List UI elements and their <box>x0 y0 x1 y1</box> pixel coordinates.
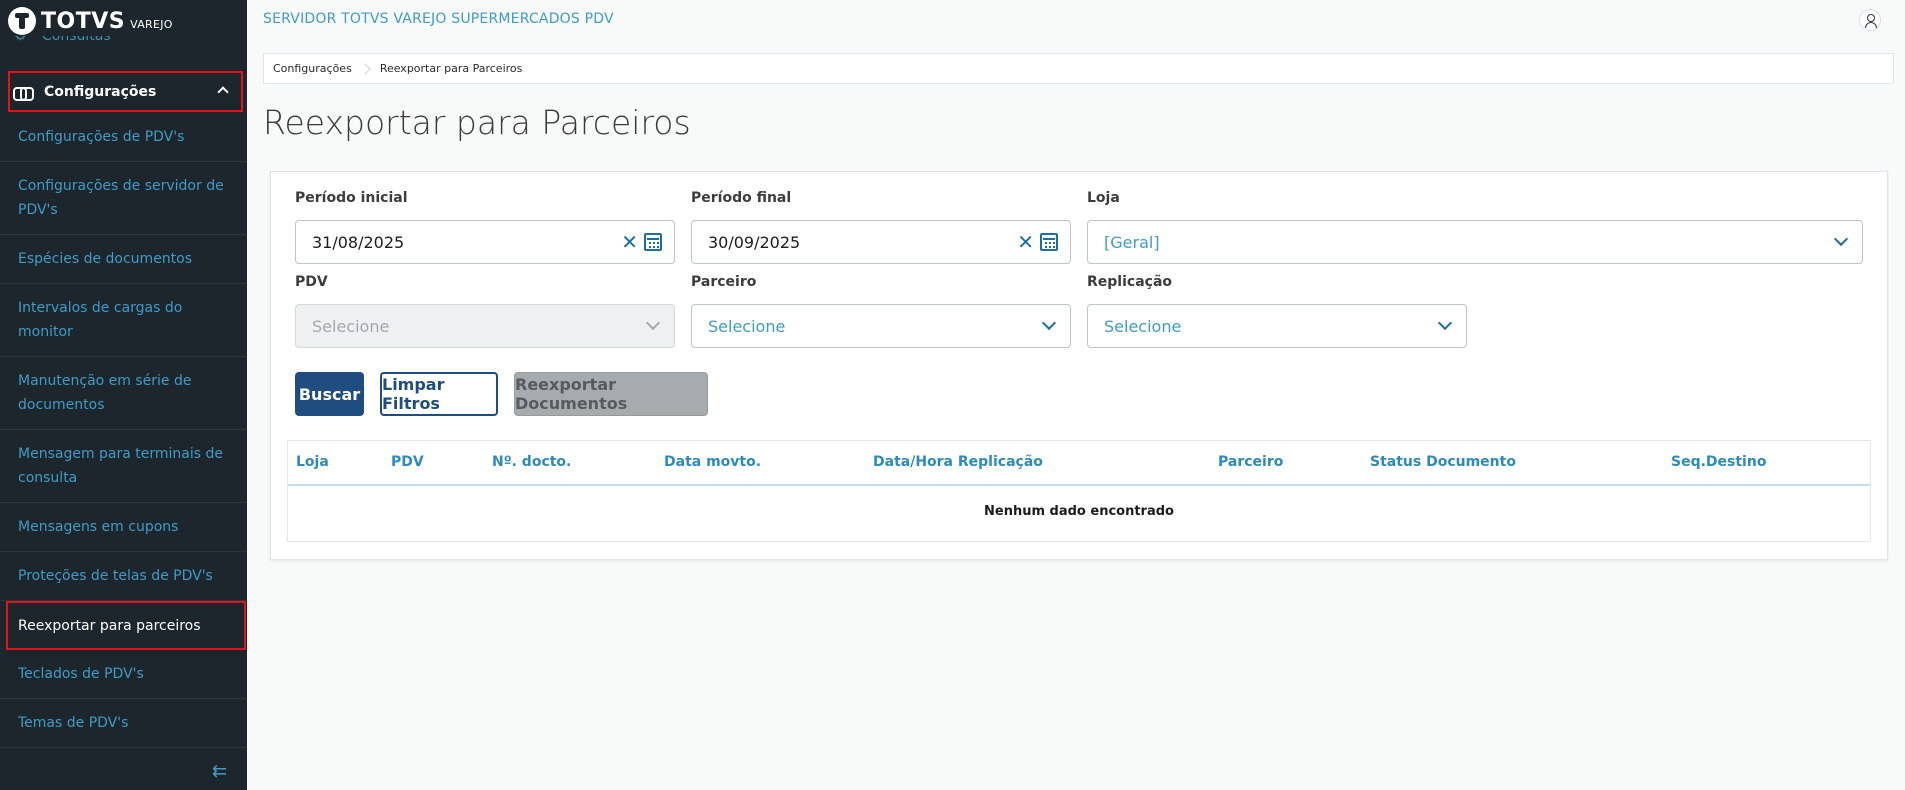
sidebar-item-label: Reexportar para parceiros <box>18 617 201 634</box>
periodo-final-value: 30/09/2025 <box>708 232 801 252</box>
sidebar-item-temas[interactable]: Temas de PDV's <box>0 699 247 748</box>
breadcrumb-separator-icon <box>359 62 371 75</box>
column-header-data-movto[interactable]: Data movto. <box>664 454 761 470</box>
link-icon <box>13 86 34 101</box>
loja-value: [Geral] <box>1104 232 1160 252</box>
app-title: SERVIDOR TOTVS VAREJO SUPERMERCADOS PDV <box>263 11 614 27</box>
buscar-button[interactable]: Buscar <box>295 372 364 416</box>
pdv-placeholder: Selecione <box>312 316 390 336</box>
brand-name: TOTVS <box>41 8 126 34</box>
results-table: Loja PDV Nº. docto. Data movto. Data/Hor… <box>287 440 1871 542</box>
sidebar-item-protecoes[interactable]: Proteções de telas de PDV's <box>0 552 247 601</box>
sidebar-item-config-servidor[interactable]: Configurações de servidor de PDV's <box>0 162 247 235</box>
column-header-num-docto[interactable]: Nº. docto. <box>492 454 571 470</box>
empty-message: Nenhum dado encontrado <box>984 504 1174 519</box>
column-header-data-hora-replicacao[interactable]: Data/Hora Replicação <box>873 454 1043 470</box>
sidebar-group-label: Configurações <box>44 83 157 100</box>
column-header-seq-destino[interactable]: Seq.Destino <box>1671 454 1766 470</box>
breadcrumb-item-configuracoes[interactable]: Configurações <box>264 62 361 75</box>
totvs-logo[interactable]: TOTVS VAREJO <box>8 7 173 35</box>
sidebar-item-label: Teclados de PDV's <box>18 666 144 682</box>
sidebar-item-mensagens-cupons[interactable]: Mensagens em cupons <box>0 503 247 552</box>
sidebar-item-config-pdvs[interactable]: Configurações de PDV's <box>0 113 247 162</box>
column-header-pdv[interactable]: PDV <box>391 454 424 470</box>
sidebar-item-especies[interactable]: Espécies de documentos <box>0 235 247 284</box>
sidebar-item-label: Configurações de servidor de PDV's <box>18 178 224 218</box>
table-header: Loja PDV Nº. docto. Data movto. Data/Hor… <box>288 441 1870 486</box>
pdv-label: PDV <box>295 274 328 290</box>
periodo-final-input[interactable]: 30/09/2025 ✕ <box>691 220 1071 264</box>
sidebar: TOTVS VAREJO ⚙ Consultas Configurações C… <box>0 0 247 790</box>
parceiro-placeholder: Selecione <box>708 316 786 336</box>
pdv-select: Selecione <box>295 304 675 348</box>
sidebar-item-label: Proteções de telas de PDV's <box>18 568 213 584</box>
sidebar-item-reexportar[interactable]: Reexportar para parceiros <box>6 601 246 650</box>
periodo-inicial-label: Período inicial <box>295 190 408 206</box>
periodo-inicial-input[interactable]: 31/08/2025 ✕ <box>295 220 675 264</box>
limpar-filtros-button[interactable]: Limpar Filtros <box>380 372 498 416</box>
calendar-icon[interactable] <box>1040 233 1058 251</box>
brand-sub: VAREJO <box>130 17 173 31</box>
column-header-parceiro[interactable]: Parceiro <box>1218 454 1283 470</box>
loja-select[interactable]: [Geral] <box>1087 220 1863 264</box>
sidebar-item-label: Manutenção em série de documentos <box>18 373 192 413</box>
sidebar-item-manutencao[interactable]: Manutenção em série de documentos <box>0 357 247 430</box>
sidebar-item-intervalos[interactable]: Intervalos de cargas do monitor <box>0 284 247 357</box>
sidebar-menu: Configurações de PDV's Configurações de … <box>0 113 247 748</box>
consultas-icon: ⚙ <box>14 36 27 44</box>
collapse-menu-icon[interactable]: ⇇ <box>212 761 227 782</box>
user-profile-icon[interactable] <box>1859 9 1881 31</box>
clear-icon[interactable]: ✕ <box>621 232 638 252</box>
sidebar-item-label: Consultas <box>42 36 111 44</box>
sidebar-item-label: Mensagens em cupons <box>18 519 179 535</box>
periodo-inicial-value: 31/08/2025 <box>312 232 405 252</box>
reexportar-documentos-button: Reexportar Documentos <box>514 372 708 416</box>
calendar-icon[interactable] <box>644 233 662 251</box>
column-header-loja[interactable]: Loja <box>296 454 329 470</box>
sidebar-item-mensagem-terminais[interactable]: Mensagem para terminais de consulta <box>0 430 247 503</box>
sidebar-item-label: Mensagem para terminais de consulta <box>18 446 224 486</box>
chevron-down-icon <box>1437 315 1453 331</box>
chevron-down-icon <box>645 315 661 331</box>
parceiro-select[interactable]: Selecione <box>691 304 1071 348</box>
breadcrumb-item-current: Reexportar para Parceiros <box>379 62 523 75</box>
replicacao-label: Replicação <box>1087 274 1173 290</box>
breadcrumb: Configurações Reexportar para Parceiros <box>263 53 1894 84</box>
loja-label: Loja <box>1087 190 1120 206</box>
clear-icon[interactable]: ✕ <box>1017 232 1034 252</box>
chevron-down-icon <box>1041 315 1057 331</box>
totvs-logo-icon <box>8 7 36 35</box>
periodo-final-label: Período final <box>691 190 792 206</box>
replicacao-select[interactable]: Selecione <box>1087 304 1467 348</box>
page-title: Reexportar para Parceiros <box>263 103 691 142</box>
replicacao-placeholder: Selecione <box>1104 316 1182 336</box>
sidebar-item-label: Intervalos de cargas do monitor <box>18 300 183 340</box>
column-header-status-documento[interactable]: Status Documento <box>1370 454 1516 470</box>
sidebar-item-label: Espécies de documentos <box>18 251 193 267</box>
sidebar-item-label: Configurações de PDV's <box>18 129 185 145</box>
sidebar-group-configuracoes[interactable]: Configurações <box>8 71 243 112</box>
sidebar-item-consultas[interactable]: ⚙ Consultas <box>14 36 234 48</box>
chevron-down-icon <box>1833 231 1849 247</box>
sidebar-item-teclados[interactable]: Teclados de PDV's <box>0 650 247 699</box>
sidebar-item-label: Temas de PDV's <box>18 715 129 731</box>
chevron-up-icon <box>217 86 229 98</box>
parceiro-label: Parceiro <box>691 274 757 290</box>
